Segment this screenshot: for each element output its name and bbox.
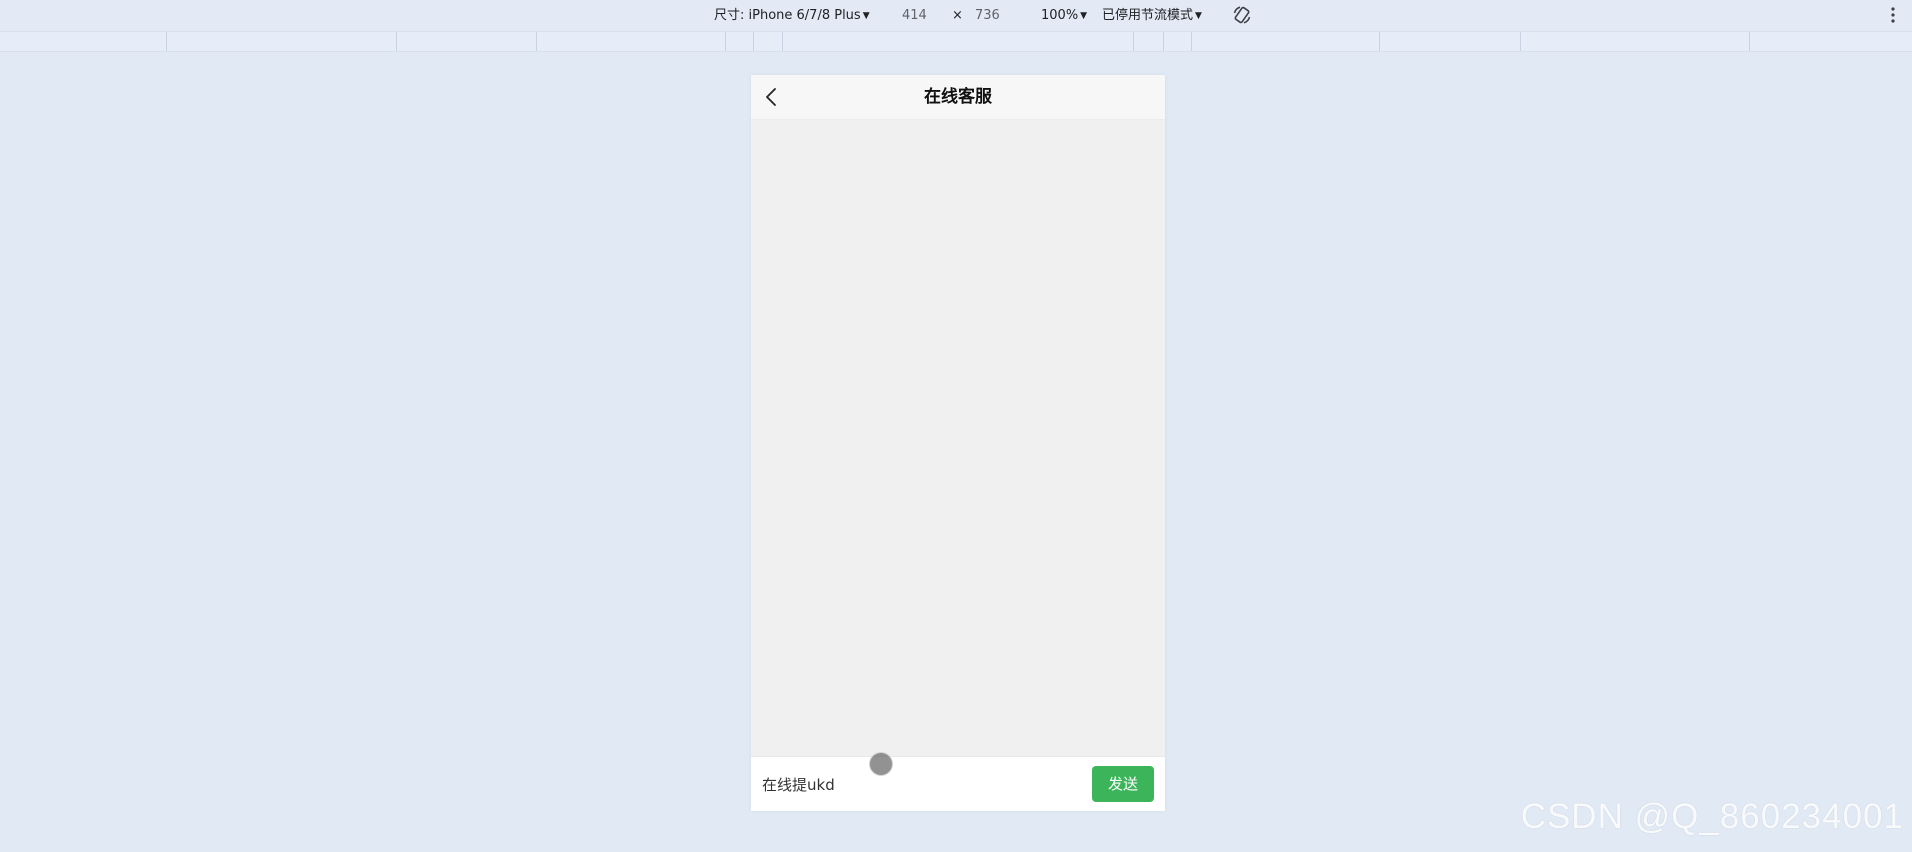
devtools-toolbar: 尺寸: iPhone 6/7/8 Plus ▼ 414 × 736 100% ▼ 已… [0,0,1912,31]
throttle-label: 已停用节流模式 [1102,8,1194,23]
breakpoint-divider [1520,32,1521,51]
device-label: 尺寸: iPhone 6/7/8 Plus [714,8,861,23]
times-symbol: × [952,8,963,23]
rotate-icon[interactable] [1231,4,1253,30]
send-button[interactable]: 发送 [1092,766,1154,802]
breakpoint-divider [166,32,167,51]
message-input[interactable] [759,767,1085,801]
zoom-label: 100% [1041,8,1079,23]
breakpoint-divider [1133,32,1134,51]
more-vertical-icon[interactable] [1890,6,1896,28]
media-query-bar[interactable] [0,31,1912,52]
height-field[interactable]: 736 [975,8,1000,23]
breakpoint-divider [396,32,397,51]
breakpoint-divider [1191,32,1192,51]
touch-cursor-indicator [869,752,893,776]
breakpoint-divider [753,32,754,51]
breakpoint-divider [782,32,783,51]
watermark: CSDN @Q_860234001 [1520,797,1904,836]
phone-screen: 在线客服 发送 [751,75,1165,811]
message-input-bar: 发送 [751,756,1165,811]
device-selector[interactable]: 尺寸: iPhone 6/7/8 Plus ▼ [714,8,870,24]
throttle-selector[interactable]: 已停用节流模式 ▼ [1102,8,1202,24]
caret-down-icon: ▼ [1195,11,1202,21]
page-title: 在线客服 [924,87,992,107]
breakpoint-divider [1379,32,1380,51]
width-field[interactable]: 414 [902,8,927,23]
caret-down-icon: ▼ [862,11,870,21]
nav-bar: 在线客服 [751,75,1165,120]
chat-message-area[interactable] [751,120,1165,756]
breakpoint-divider [725,32,726,51]
zoom-selector[interactable]: 100% ▼ [1041,8,1087,24]
breakpoint-divider [1749,32,1750,51]
breakpoint-divider [536,32,537,51]
breakpoint-divider [1163,32,1164,51]
caret-down-icon: ▼ [1080,11,1088,21]
